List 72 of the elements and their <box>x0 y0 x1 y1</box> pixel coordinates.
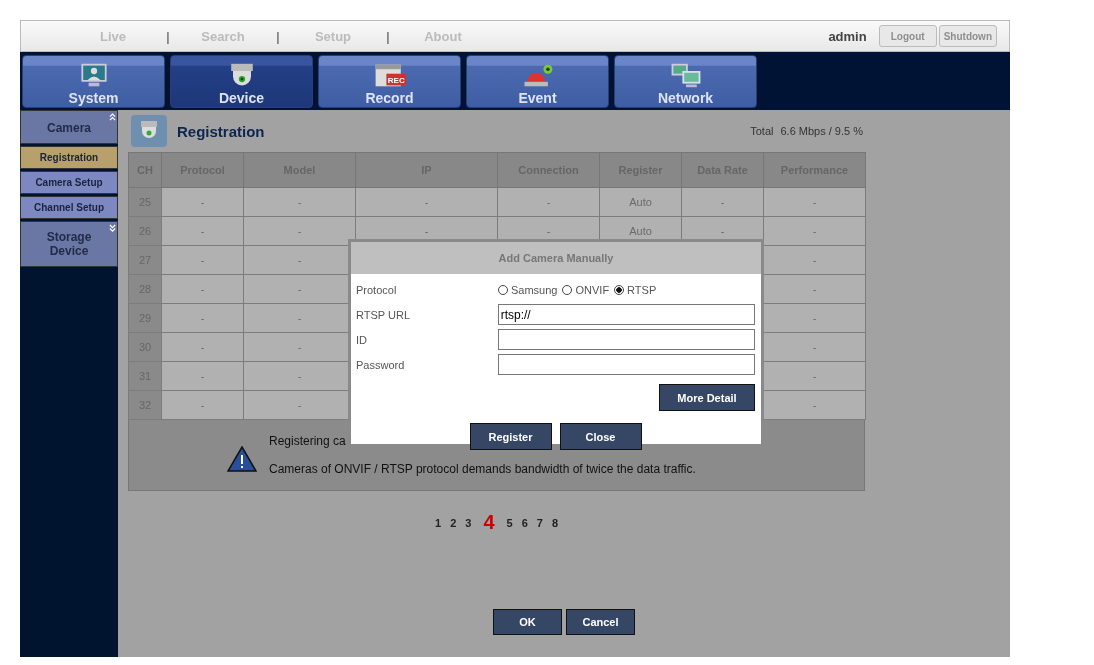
radio-button[interactable] <box>614 284 625 295</box>
table-cell: - <box>161 245 244 275</box>
page-title: Registration <box>177 122 266 140</box>
page-link[interactable]: 1 <box>435 516 442 529</box>
page-link[interactable]: 2 <box>450 516 457 529</box>
user-name: admin <box>828 28 867 44</box>
table-cell: - <box>243 187 356 217</box>
close-button[interactable]: Close <box>559 423 642 450</box>
radio-button[interactable] <box>562 284 573 295</box>
table-cell: - <box>763 332 866 362</box>
table-cell: Auto <box>599 187 682 217</box>
table-cell: - <box>161 274 244 304</box>
page-link[interactable]: 7 <box>536 516 543 529</box>
table-cell: - <box>161 187 244 217</box>
notice-text: Cameras of ONVIF / RTSP protocol demands bandwidth of twice the data traffic. <box>269 462 696 476</box>
input-field[interactable] <box>497 329 755 350</box>
table-cell: - <box>763 245 866 275</box>
separator: | <box>275 28 281 44</box>
ok-button[interactable]: OK <box>493 609 562 635</box>
menu-tab[interactable]: REC Record <box>318 55 461 108</box>
sidebar-section[interactable]: Storage Device <box>20 221 118 267</box>
table-cell: - <box>161 361 244 391</box>
total-value: 6.6 Mbps / 9.5 % <box>780 125 863 137</box>
page-link[interactable]: 6 <box>521 516 528 529</box>
table-cell: - <box>763 303 866 333</box>
more-detail-button[interactable]: More Detail <box>659 384 755 411</box>
table-cell: - <box>161 216 244 246</box>
table-cell: - <box>161 332 244 362</box>
page-link[interactable]: 8 <box>551 516 558 529</box>
radio-button[interactable] <box>498 284 508 295</box>
field-label: RTSP URL <box>356 308 411 321</box>
input-field[interactable]: rtsp:// <box>497 304 755 325</box>
chevron-icon <box>109 113 116 122</box>
dialog-title: Add Camera Manually <box>351 242 761 274</box>
menu-tab[interactable]: Network <box>614 55 757 108</box>
separator: | <box>165 28 171 44</box>
page-link[interactable]: 3 <box>465 516 472 529</box>
sidebar-item[interactable]: Camera Setup <box>20 171 118 194</box>
sidebar-item[interactable]: Registration <box>20 146 118 169</box>
input-field[interactable] <box>497 354 755 375</box>
field-label: Password <box>356 358 406 371</box>
total-label: Total <box>750 125 774 137</box>
field-label: ID <box>356 333 368 346</box>
chevron-icon <box>109 224 116 233</box>
table-cell: - <box>243 216 356 246</box>
table-cell: - <box>763 187 866 217</box>
table-cell: - <box>161 303 244 333</box>
warning-icon <box>227 446 257 472</box>
notice-text: Registering ca <box>269 434 346 448</box>
cancel-button[interactable]: Cancel <box>566 609 635 635</box>
table-cell: - <box>681 187 764 217</box>
dome-camera-icon <box>131 115 167 147</box>
table-cell: - <box>355 187 498 217</box>
table-cell: - <box>497 187 600 217</box>
menu-tab[interactable]: Device <box>170 55 313 108</box>
table-cell: - <box>763 361 866 391</box>
register-button[interactable]: Register <box>469 423 552 450</box>
radio-option[interactable]: RTSP <box>614 283 657 296</box>
sidebar-item[interactable]: Channel Setup <box>20 196 118 219</box>
radio-option[interactable]: Samsung <box>498 283 558 296</box>
rec-label: REC <box>387 76 405 86</box>
sidebar-section[interactable]: Camera <box>20 110 118 144</box>
menu-tab[interactable]: Event <box>466 55 609 108</box>
separator: | <box>385 28 391 44</box>
table-cell: - <box>763 390 866 420</box>
field-label: Protocol <box>356 283 398 296</box>
radio-option[interactable]: ONVIF <box>562 283 610 296</box>
page-link[interactable]: 5 <box>506 516 513 529</box>
table-cell: - <box>763 274 866 304</box>
table-cell: - <box>763 216 866 246</box>
menu-tab[interactable]: System <box>22 55 165 108</box>
table-cell: - <box>161 390 244 420</box>
